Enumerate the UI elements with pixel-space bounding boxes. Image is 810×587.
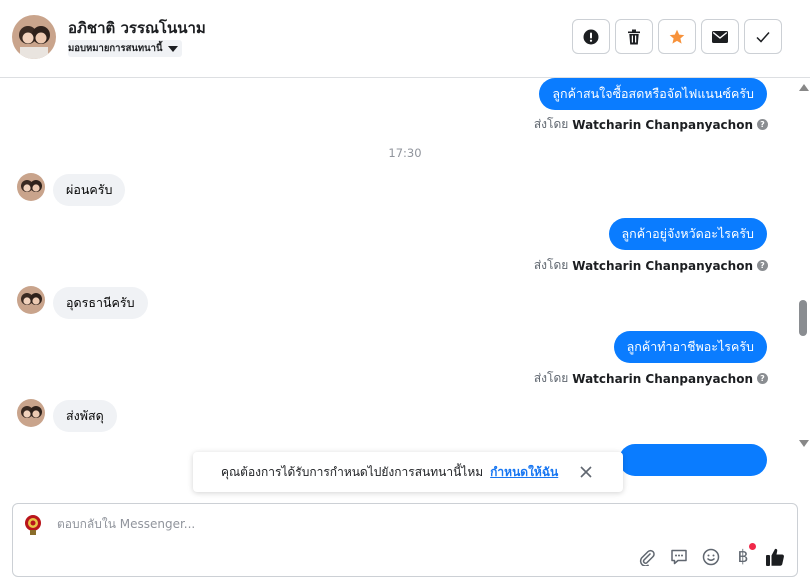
- assign-prompt-text: คุณต้องการได้รับการกำหนดไปยังการสนทนานี้…: [221, 464, 484, 479]
- mark-unread-button[interactable]: [701, 19, 739, 54]
- help-icon[interactable]: ?: [757, 260, 768, 271]
- incoming-message[interactable]: ส่งพัสดุ: [53, 400, 117, 432]
- envelope-icon: [712, 30, 728, 43]
- mark-done-button[interactable]: [744, 19, 782, 54]
- help-icon[interactable]: ?: [757, 373, 768, 384]
- outgoing-message[interactable]: ลูกค้าสนใจซื้อสดหรือจัดไฟแนนซ์ครับ: [539, 78, 767, 110]
- contact-avatar[interactable]: [17, 399, 45, 427]
- close-icon[interactable]: [579, 465, 593, 479]
- reply-composer: ตอบกลับใน Messenger... ฿: [12, 503, 798, 577]
- trash-icon: [628, 29, 640, 44]
- star-icon: [669, 29, 685, 44]
- incoming-message[interactable]: อุดรธานีครับ: [53, 287, 148, 319]
- outgoing-message-partial[interactable]: [619, 444, 767, 476]
- incoming-message[interactable]: ผ่อนครับ: [53, 174, 126, 206]
- mark-spam-button[interactable]: [572, 19, 610, 54]
- chat-bubble-icon: [671, 549, 687, 565]
- outgoing-message[interactable]: ลูกค้าอยู่จังหวัดอะไรครับ: [608, 218, 767, 250]
- contact-avatar[interactable]: [17, 286, 45, 314]
- baht-icon: ฿: [737, 547, 749, 567]
- like-button[interactable]: [765, 547, 785, 567]
- message-timestamp: 17:30: [388, 146, 422, 160]
- reply-input[interactable]: ตอบกลับใน Messenger...: [57, 515, 195, 534]
- assign-label: มอบหมายการสนทนานี้: [68, 43, 163, 54]
- smiley-icon: [702, 548, 720, 566]
- check-icon: [756, 31, 770, 43]
- sent-by-label: ส่งโดย Watcharin Chanpanyachon ?: [534, 369, 768, 388]
- alert-icon: [583, 29, 599, 44]
- star-button[interactable]: [658, 19, 696, 54]
- payment-button[interactable]: ฿: [733, 543, 756, 567]
- contact-name[interactable]: อภิชาติ วรรณโนนาม: [68, 16, 206, 40]
- page-avatar: [21, 512, 45, 536]
- sent-by-label: ส่งโดย Watcharin Chanpanyachon ?: [534, 256, 768, 275]
- sent-by-label: ส่งโดย Watcharin Chanpanyachon ?: [534, 115, 768, 134]
- paperclip-icon: [639, 549, 655, 566]
- saved-replies-button[interactable]: [669, 547, 689, 567]
- delete-button[interactable]: [615, 19, 653, 54]
- thread-scrollbar[interactable]: [796, 78, 810, 450]
- assign-prompt-toast: คุณต้องการได้รับการกำหนดไปยังการสนทนานี้…: [193, 452, 623, 492]
- help-icon[interactable]: ?: [757, 119, 768, 130]
- contact-avatar[interactable]: [17, 173, 45, 201]
- emoji-button[interactable]: [701, 547, 721, 567]
- composer-tools: ฿: [637, 543, 785, 567]
- scroll-down-icon[interactable]: [799, 440, 809, 447]
- attach-button[interactable]: [637, 547, 657, 567]
- outgoing-message[interactable]: ลูกค้าทำอาชีพอะไรครับ: [613, 331, 767, 363]
- thumbs-up-icon: [766, 548, 784, 566]
- scroll-up-icon[interactable]: [799, 84, 809, 91]
- notification-dot: [749, 543, 756, 550]
- scrollbar-thumb[interactable]: [799, 300, 807, 336]
- conversation-header: อภิชาติ วรรณโนนาม มอบหมายการสนทนานี้: [0, 0, 810, 78]
- assign-conversation-dropdown[interactable]: มอบหมายการสนทนานี้: [68, 40, 182, 57]
- message-thread[interactable]: ลูกค้าสนใจซื้อสดหรือจัดไฟแนนซ์ครับ ส่งโด…: [0, 78, 810, 490]
- contact-avatar[interactable]: [12, 15, 56, 59]
- conversation-actions: [572, 19, 782, 54]
- assign-to-me-link[interactable]: กำหนดให้ฉัน: [490, 463, 558, 482]
- caret-down-icon: [167, 45, 178, 52]
